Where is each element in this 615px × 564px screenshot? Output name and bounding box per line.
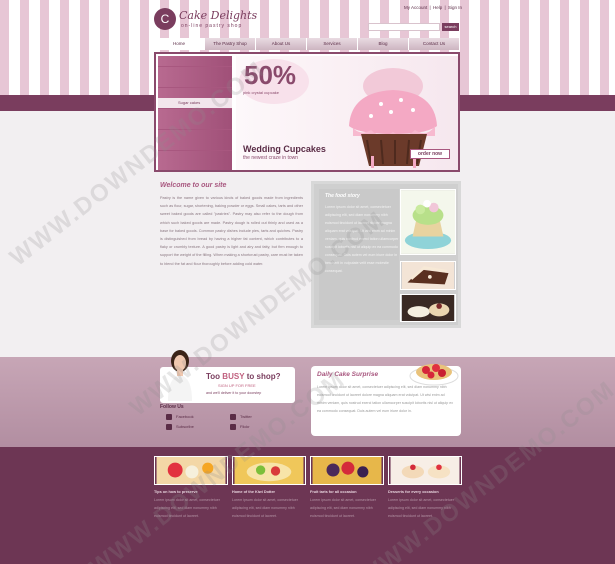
- hero-banner: Sugar cakes 50% pink crystal cupcake Wed…: [154, 52, 460, 172]
- kiwi-tart-image: [232, 456, 306, 485]
- search-button[interactable]: search: [442, 23, 459, 31]
- nav-home[interactable]: Home: [154, 38, 205, 50]
- facebook-link[interactable]: Facebook: [166, 414, 194, 420]
- feature-card[interactable]: Tips on how to preserve Lorem ipsum dolo…: [154, 456, 228, 520]
- subscribe-link[interactable]: Subscribe: [166, 424, 194, 430]
- flickr-link[interactable]: Flickr: [230, 424, 250, 430]
- feature-title[interactable]: Fruit tarts for all occasion: [310, 490, 384, 494]
- green-cupcake-image: [400, 189, 456, 255]
- category-menu: Sugar cakes: [158, 56, 232, 170]
- logo-title: Cake Delights: [179, 9, 258, 22]
- nav-services[interactable]: Services: [307, 38, 358, 50]
- sign-in-link[interactable]: Sign In: [448, 5, 462, 10]
- category-item[interactable]: [158, 119, 232, 129]
- email-icon: [166, 424, 172, 430]
- feature-text: Lorem ipsum dolor sit amet, consectetuer…: [154, 498, 220, 518]
- feature-card[interactable]: Desserts for every occasion Lorem ipsum …: [388, 456, 462, 520]
- food-story-box: The food story Lorem ipsum dolor sit ame…: [311, 181, 461, 328]
- separator: |: [429, 5, 431, 10]
- mauve-band: [0, 357, 615, 447]
- woman-photo: [168, 350, 192, 401]
- discount-caption: pink crystal cupcake: [243, 90, 280, 95]
- feature-card[interactable]: Fruit tarts for all occasion Lorem ipsum…: [310, 456, 384, 520]
- site-logo[interactable]: C Cake Delights on-line pastry shop: [154, 8, 274, 34]
- footer-background: [0, 447, 615, 564]
- nav-pastry-shop[interactable]: The Pastry Shop: [205, 38, 256, 50]
- category-item[interactable]: [158, 140, 232, 150]
- twitter-icon: [230, 414, 236, 420]
- signup-link[interactable]: SIGN UP FOR FREE: [218, 383, 256, 388]
- category-item-selected[interactable]: Sugar cakes: [158, 98, 232, 108]
- flickr-icon: [230, 424, 236, 430]
- feature-title[interactable]: Home of the Kiwi Dotter: [232, 490, 306, 494]
- separator: |: [444, 5, 446, 10]
- daily-cake-text: Lorem ipsum dolor sit amet, consectetuer…: [317, 385, 454, 413]
- main-nav: Home The Pastry Shop About Us Services B…: [154, 38, 460, 50]
- category-item[interactable]: [158, 66, 232, 77]
- chocolate-cake-image: [400, 261, 456, 290]
- welcome-title: Welcome to our site: [160, 182, 227, 189]
- promo-title: Wedding Cupcakes: [243, 144, 326, 154]
- order-now-button[interactable]: order now: [410, 149, 450, 159]
- my-account-link[interactable]: My Account: [404, 5, 427, 10]
- category-item[interactable]: [158, 150, 232, 161]
- facebook-icon: [166, 414, 172, 420]
- twitter-link[interactable]: Twitter: [230, 414, 252, 420]
- promo-panel: 50% pink crystal cupcake Wedding Cupcake…: [236, 56, 458, 170]
- strawberry-tart-image: [409, 364, 459, 386]
- nav-about-us[interactable]: About Us: [256, 38, 307, 50]
- category-item[interactable]: [158, 56, 232, 66]
- fruit-dessert-image: [154, 456, 228, 485]
- delivery-caption: and we'll deliver it to your doorstep: [206, 391, 262, 395]
- discount-percent: 50%: [244, 60, 297, 90]
- category-item[interactable]: [158, 108, 232, 119]
- feature-title[interactable]: Desserts for every occasion: [388, 490, 462, 494]
- nav-contact-us[interactable]: Contact Us: [409, 38, 460, 50]
- category-item[interactable]: [158, 87, 232, 98]
- feature-text: Lorem ipsum dolor sit amet, consectetuer…: [232, 498, 298, 518]
- signup-title: Too BUSY to shop?: [206, 372, 281, 381]
- category-item[interactable]: [158, 77, 232, 87]
- feature-text: Lorem ipsum dolor sit amet, consectetuer…: [310, 498, 376, 518]
- feature-card[interactable]: Home of the Kiwi Dotter Lorem ipsum dolo…: [232, 456, 306, 520]
- logo-subtitle: on-line pastry shop: [181, 23, 243, 29]
- dessert-plate-image: [388, 456, 462, 485]
- welcome-text: Pastry is the name given to various kind…: [160, 196, 304, 266]
- food-story-text: Lorem ipsum dolor sit amet, consectetuer…: [325, 205, 399, 273]
- logo-badge-icon: C: [154, 8, 176, 30]
- help-link[interactable]: Help: [433, 5, 442, 10]
- daily-cake-box: Daily Cake Surprise Lorem ipsum dolor si…: [311, 364, 461, 436]
- pastry-plate-image: [400, 294, 456, 322]
- food-story-title: The food story: [325, 193, 360, 199]
- category-item[interactable]: [158, 161, 232, 170]
- nav-blog[interactable]: Blog: [358, 38, 409, 50]
- follow-us-title: Follow Us: [160, 404, 184, 410]
- feature-title[interactable]: Tips on how to preserve: [154, 490, 228, 494]
- berry-tart-image: [310, 456, 384, 485]
- category-item[interactable]: [158, 129, 232, 140]
- signup-promo[interactable]: Too BUSY to shop? SIGN UP FOR FREE and w…: [160, 350, 295, 403]
- search-input[interactable]: [368, 23, 440, 31]
- promo-subtitle: the newest craze in town: [243, 155, 299, 161]
- top-links: My Account | Help | Sign In: [404, 5, 463, 10]
- food-story-text-panel: The food story Lorem ipsum dolor sit ame…: [319, 189, 399, 320]
- feature-text: Lorem ipsum dolor sit amet, consectetuer…: [388, 498, 454, 518]
- daily-cake-title: Daily Cake Surprise: [317, 371, 379, 378]
